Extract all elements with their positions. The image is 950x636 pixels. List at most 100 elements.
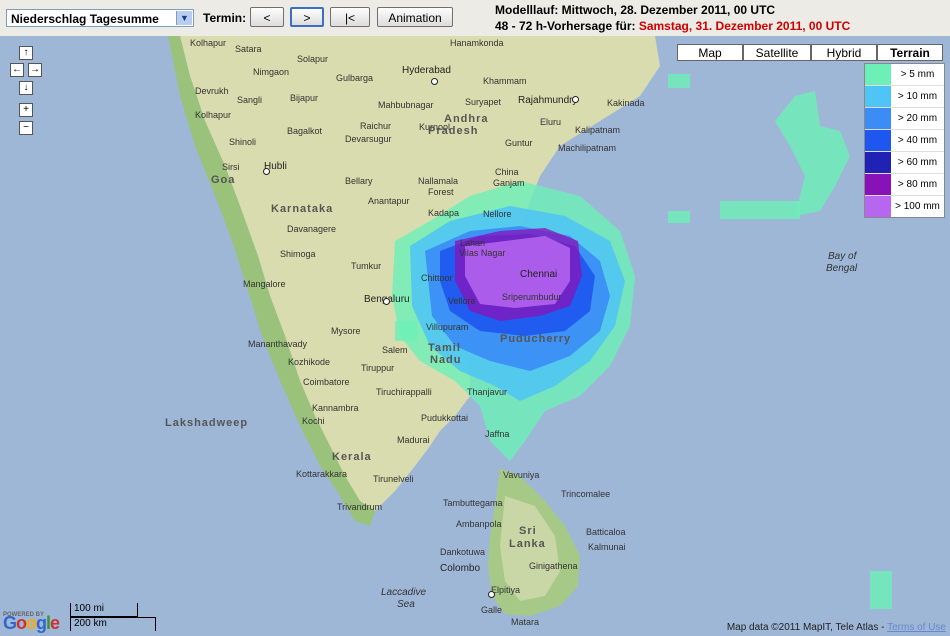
place-label: Tiruchirappalli (376, 387, 432, 397)
sea-label: Bay of (828, 251, 857, 262)
place-label: Vilas Nagar (459, 248, 506, 258)
place-label: Kochi (302, 416, 325, 426)
place-label: Puducherry (500, 333, 572, 345)
place-label: Coimbatore (303, 377, 350, 387)
region-label: Kerala (332, 451, 372, 463)
region-label: Nadu (430, 354, 462, 366)
region-label: Lakshadweep (165, 417, 249, 429)
map-copyright: Map data ©2011 MapIT, Tele Atlas - Terms… (727, 622, 946, 633)
place-label: Colombo (440, 563, 481, 574)
place-label: Khammam (483, 76, 527, 86)
sea-label: Bengal (826, 263, 858, 274)
legend-row: > 80 mm (865, 174, 944, 196)
place-label: Ganjam (493, 178, 525, 188)
place-label: Matara (511, 617, 540, 627)
place-label: China (495, 167, 519, 177)
place-label: Bellary (345, 176, 373, 186)
legend-swatch (865, 108, 891, 129)
place-label: Mananthavady (248, 339, 308, 349)
animation-button[interactable]: Animation (377, 7, 453, 27)
modelllauf-text: Modelllauf: Mittwoch, 28. Dezember 2011,… (495, 3, 776, 17)
forecast-line: 48 - 72 h-Vorhersage für: Samstag, 31. D… (495, 18, 850, 34)
google-logo[interactable]: Google (3, 613, 60, 634)
legend-label: > 80 mm (897, 179, 938, 190)
legend-row: > 5 mm (865, 64, 944, 86)
product-select[interactable]: Niederschlag Tagesumme ▼ (6, 9, 194, 27)
scale-mi-label: 100 mi (74, 603, 105, 614)
copyright-text: Map data ©2011 MapIT, Tele Atlas - (726, 622, 885, 633)
legend-swatch (865, 86, 891, 107)
place-label: Trincomalee (561, 489, 611, 499)
place-label: Devrukh (195, 86, 229, 96)
run-info: Modelllauf: Mittwoch, 28. Dezember 2011,… (495, 2, 850, 34)
place-label: Machilipatnam (558, 143, 617, 153)
maptype-map[interactable]: Map (677, 44, 743, 61)
sea-label: Sea (397, 599, 415, 610)
place-label: Hyderabad (402, 65, 451, 76)
place-label: Kalipatnam (575, 125, 621, 135)
legend-label: > 100 mm (895, 201, 940, 212)
place-label: Dankotuwa (440, 547, 486, 557)
place-label: Hanamkonda (450, 38, 504, 48)
sea-label: Laccadive (381, 587, 427, 598)
scale-km-label: 200 km (74, 618, 107, 629)
maptype-terrain[interactable]: Terrain (877, 44, 943, 61)
maptype-satellite[interactable]: Satellite (743, 44, 811, 61)
pan-up-icon[interactable]: ↑ (19, 46, 33, 60)
zoom-out-icon[interactable]: − (19, 121, 33, 135)
legend-swatch (865, 174, 891, 195)
terms-link[interactable]: Terms of Use (887, 622, 946, 633)
place-label: Salem (382, 345, 408, 355)
place-label: Galle (481, 605, 503, 615)
region-label: Tamil (428, 342, 461, 354)
place-label: Jaffna (485, 429, 510, 439)
place-label: Kolhapur (190, 38, 227, 48)
pan-left-icon[interactable]: ← (10, 63, 24, 77)
city-marker (431, 78, 438, 85)
place-label: Kalmunai (588, 542, 626, 552)
pan-right-icon[interactable]: → (28, 63, 42, 77)
termin-label: Termin: (203, 11, 247, 25)
product-select-value: Niederschlag Tagesumme (11, 12, 159, 26)
place-label: Thanjavur (467, 387, 508, 397)
place-label: Gulbarga (336, 73, 374, 83)
zoom-in-icon[interactable]: + (19, 103, 33, 117)
place-label: Elpitiya (491, 585, 521, 595)
map-canvas[interactable]: ↑ ← → ↓ + − Map Satellite Hybrid Terrain… (0, 36, 950, 636)
place-label: Mangalore (243, 279, 286, 289)
legend-swatch (865, 64, 891, 85)
prev-button[interactable]: < (250, 7, 284, 27)
first-button[interactable]: |< (330, 7, 370, 27)
place-label: Mahbubnagar (378, 100, 434, 110)
next-button[interactable]: > (290, 7, 324, 27)
place-label: Tiruppur (361, 363, 395, 373)
place-label: Kakinada (607, 98, 645, 108)
place-label: Lahari (460, 238, 486, 248)
place-label: Madurai (397, 435, 430, 445)
place-label: Davanagere (287, 224, 337, 234)
place-label: Bijapur (290, 93, 319, 103)
chevron-down-icon[interactable]: ▼ (176, 11, 192, 25)
maptype-hybrid[interactable]: Hybrid (811, 44, 877, 61)
place-label: Bagalkot (287, 126, 323, 136)
place-label: Pudukkottai (421, 413, 469, 423)
pan-down-icon[interactable]: ↓ (19, 81, 33, 95)
legend-label: > 60 mm (897, 157, 938, 168)
place-label: Villupuram (426, 322, 469, 332)
legend-label: > 40 mm (897, 135, 938, 146)
place-label: Nallamala (418, 176, 459, 186)
toolbar: Niederschlag Tagesumme ▼ Termin: < > |< … (0, 0, 950, 36)
place-label: Trivandrum (337, 502, 383, 512)
legend-row: > 100 mm (865, 196, 944, 217)
place-label: Shimoga (280, 249, 316, 259)
city-marker (488, 591, 495, 598)
legend-swatch (865, 152, 891, 173)
legend-row: > 20 mm (865, 108, 944, 130)
place-label: Anantapur (368, 196, 410, 206)
place-label: Ambanpola (456, 519, 502, 529)
place-label: Kadapa (428, 208, 460, 218)
place-label: Raichur (360, 121, 392, 131)
region-label: Lanka (509, 538, 546, 550)
place-label: Solapur (297, 54, 329, 64)
place-label: Sriperumbudur (502, 292, 562, 302)
